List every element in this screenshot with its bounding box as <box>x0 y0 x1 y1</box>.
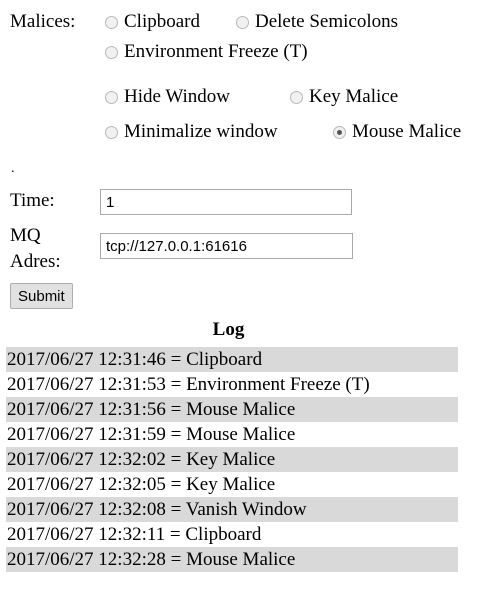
mq-address-input[interactable] <box>100 233 353 259</box>
radio-label: Delete Semicolons <box>255 11 398 32</box>
radio-mouse-malice[interactable] <box>333 125 346 139</box>
radio-environment-freeze[interactable] <box>105 45 118 59</box>
radio-option-clipboard[interactable]: Clipboard <box>105 10 200 34</box>
radio-option-hide-window[interactable]: Hide Window <box>105 85 230 109</box>
radio-delete-semicolons[interactable] <box>236 15 249 29</box>
radio-minimalize-window[interactable] <box>105 125 118 139</box>
radio-hide-window[interactable] <box>105 90 118 104</box>
radio-option-minimalize-window[interactable]: Minimalize window <box>105 120 278 144</box>
log-entry: 2017/06/27 12:32:28 = Mouse Malice <box>6 547 458 572</box>
radio-clipboard[interactable] <box>105 15 118 29</box>
radio-label: Hide Window <box>124 86 231 107</box>
separator-dot: . <box>11 161 15 176</box>
radio-label: Clipboard <box>124 11 200 32</box>
malices-label: Malices: <box>10 11 76 32</box>
radio-label: Mouse Malice <box>352 121 462 142</box>
log-list: 2017/06/27 12:31:46 = Clipboard 2017/06/… <box>6 347 458 572</box>
radio-label: Environment Freeze (T) <box>124 41 308 62</box>
radio-label: Minimalize window <box>124 121 278 142</box>
log-entry: 2017/06/27 12:32:05 = Key Malice <box>7 474 276 495</box>
log-title: Log <box>212 319 245 340</box>
log-entry: 2017/06/27 12:31:46 = Clipboard <box>6 347 458 372</box>
log-entry: 2017/06/27 12:31:53 = Environment Freeze… <box>7 374 370 395</box>
log-entry: 2017/06/27 12:32:11 = Clipboard <box>7 524 262 545</box>
radio-label: Key Malice <box>309 86 399 107</box>
log-entry: 2017/06/27 12:31:56 = Mouse Malice <box>6 397 458 422</box>
mq-label-line2: Adres: <box>10 251 61 272</box>
log-entry: 2017/06/27 12:32:08 = Vanish Window <box>6 497 458 522</box>
radio-option-environment-freeze[interactable]: Environment Freeze (T) <box>105 40 308 64</box>
log-entry: 2017/06/27 12:31:59 = Mouse Malice <box>7 424 296 445</box>
mq-label-line1: MQ <box>10 225 41 246</box>
log-entry: 2017/06/27 12:32:02 = Key Malice <box>6 447 458 472</box>
time-label: Time: <box>10 190 55 211</box>
radio-option-key-malice[interactable]: Key Malice <box>290 85 398 109</box>
radio-option-mouse-malice[interactable]: Mouse Malice <box>333 120 461 144</box>
radio-key-malice[interactable] <box>290 90 303 104</box>
submit-button[interactable]: Submit <box>10 283 73 309</box>
time-input[interactable] <box>100 189 352 215</box>
radio-option-delete-semicolons[interactable]: Delete Semicolons <box>236 10 398 34</box>
